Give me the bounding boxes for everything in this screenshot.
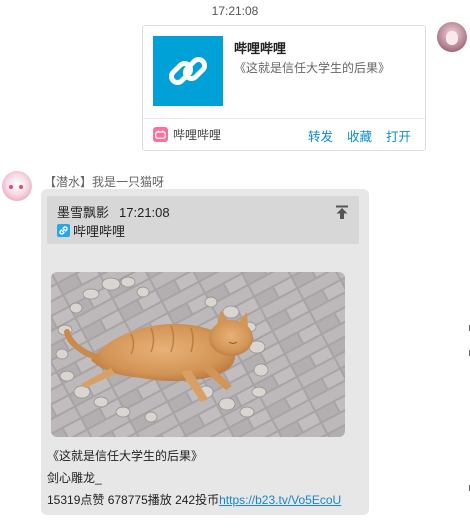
self-avatar[interactable] <box>437 22 467 52</box>
cat-photo[interactable] <box>51 272 345 437</box>
video-uploader: 剑心雕龙_ <box>47 471 102 485</box>
chain-link-icon <box>153 36 223 106</box>
quote-link: 哔哩哔哩 <box>57 221 125 240</box>
scroll-to-top-icon[interactable] <box>334 204 350 220</box>
reply-quote[interactable]: 墨雪飘影 17:21:08 哔哩哔哩 <box>47 196 359 244</box>
share-card-title: 哔哩哔哩 <box>234 41 287 56</box>
share-card-source-label: 哔哩哔哩 <box>173 128 222 142</box>
scroll-indicator <box>469 325 470 491</box>
sender-name: 【潜水】我是一只猫呀 <box>44 175 165 189</box>
video-title: 《这就是信任大学生的后果》 <box>47 449 204 463</box>
favorite-button[interactable]: 收藏 <box>347 126 372 145</box>
message-bubble[interactable]: 墨雪飘影 17:21:08 哔哩哔哩 《这就是信任大学生的后果》 剑心雕龙_ 1… <box>41 189 369 515</box>
share-card-actions: 转发 收藏 打开 <box>308 126 411 145</box>
quote-author: 墨雪飘影 <box>57 205 110 220</box>
quote-link-label: 哔哩哔哩 <box>73 224 126 239</box>
forward-button[interactable]: 转发 <box>308 126 333 145</box>
video-stats: 15319点赞 678775播放 242投币 <box>47 493 220 507</box>
share-card-source: 哔哩哔哩 <box>153 126 221 143</box>
divider <box>143 118 425 119</box>
open-button[interactable]: 打开 <box>386 126 411 145</box>
link-icon <box>57 224 70 237</box>
quote-time: 17:21:08 <box>119 205 170 220</box>
quote-header: 墨雪飘影 17:21:08 <box>57 202 170 221</box>
bilibili-logo-icon <box>153 127 168 142</box>
video-link[interactable]: https://b23.tv/Vo5EcoU <box>219 493 341 507</box>
video-stats-line: 15319点赞 678775播放 242投币https://b23.tv/Vo5… <box>47 491 341 508</box>
message-timestamp: 17:21:08 <box>211 4 259 18</box>
bilibili-share-card[interactable]: 哔哩哔哩 《这就是信任大学生的后果》 哔哩哔哩 转发 收藏 打开 <box>142 25 426 151</box>
sender-avatar[interactable] <box>2 171 32 201</box>
share-card-description: 《这就是信任大学生的后果》 <box>234 61 391 75</box>
